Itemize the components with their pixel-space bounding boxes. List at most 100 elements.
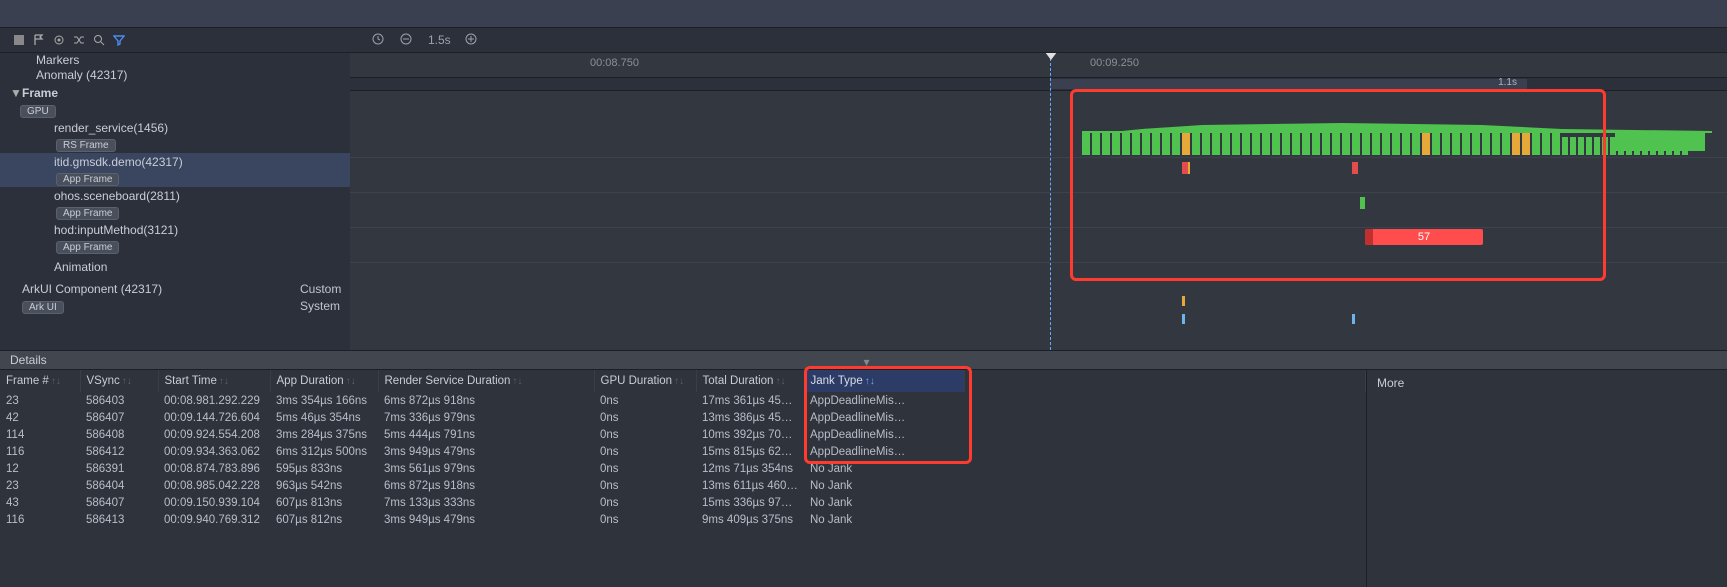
cell-rs: 6ms 872µs 918ns [378,477,594,494]
table-row[interactable]: 4358640700:09.150.939.104607µs 813ns7ms … [0,494,1366,511]
col-rs-dur[interactable]: Render Service Duration↑↓ [378,370,594,392]
cell-gpu: 0ns [594,511,696,528]
cell-total: 13ms 386µs 458ns [696,409,804,426]
search-icon[interactable] [92,33,106,47]
cell-total: 10ms 392µs 708ns [696,426,804,443]
cell-vsync: 586391 [80,460,158,477]
anomaly-row[interactable]: Anomaly (42317) [0,67,350,83]
zoom-in-icon[interactable] [465,33,479,47]
cell-rs: 3ms 561µs 979ns [378,460,594,477]
cell-start: 00:09.144.726.604 [158,409,270,426]
zoom-out-icon[interactable] [400,33,414,47]
arkui-tag: Ark UI System [0,299,350,315]
table-row[interactable]: 2358640300:08.981.292.2293ms 354µs 166ns… [0,392,1366,409]
cell-start: 00:08.981.292.229 [158,392,270,409]
sceneboard-track[interactable] [350,193,1727,228]
playhead-handle-icon[interactable] [1045,53,1057,60]
app-demo-row[interactable]: itid.gmsdk.demo(42317) [0,153,350,171]
sceneboard-row[interactable]: ohos.sceneboard(2811) [0,187,350,205]
filter-icon[interactable] [112,33,126,47]
cell-app: 5ms 46µs 354ns [270,409,378,426]
zoom-level: 1.5s [428,33,451,47]
cell-jank: No Jank [804,494,964,511]
cell-jank: AppDeadlineMis… [804,409,964,426]
overview-bar[interactable]: 1.1s [350,78,1727,91]
arkui-custom-track[interactable] [350,293,1727,311]
target-icon[interactable] [52,33,66,47]
col-frame[interactable]: Frame #↑↓ [0,370,80,392]
table-row[interactable]: 2358640400:08.985.042.228963µs 542ns6ms … [0,477,1366,494]
cell-rs: 5ms 444µs 791ns [378,426,594,443]
shuffle-icon[interactable] [72,33,86,47]
cell-total: 17ms 361µs 459ns [696,392,804,409]
cell-vsync: 586412 [80,443,158,460]
cell-app: 3ms 284µs 375ns [270,426,378,443]
timeline-tracks[interactable]: 00:08.750 00:09.250 1.1s [350,53,1727,350]
cell-jank: AppDeadlineMis… [804,443,964,460]
cell-frame: 116 [0,443,80,460]
cell-app: 3ms 354µs 166ns [270,392,378,409]
cell-total: 13ms 611µs 460ns [696,477,804,494]
cell-vsync: 586407 [80,494,158,511]
app-demo-track[interactable] [350,157,1727,193]
flag-icon[interactable] [32,33,46,47]
table-row[interactable]: 1258639100:08.874.783.896595µs 833ns3ms … [0,460,1366,477]
col-start[interactable]: Start Time↑↓ [158,370,270,392]
markers-row[interactable]: Markers [0,53,350,67]
cell-vsync: 586404 [80,477,158,494]
col-jank-type[interactable]: Jank Type↑↓ [804,370,964,392]
scope-range[interactable] [1050,79,1527,89]
more-panel[interactable]: More [1366,370,1727,587]
arkui-system-track[interactable] [350,311,1727,329]
cell-frame: 23 [0,392,80,409]
col-total-dur[interactable]: Total Duration↑↓ [696,370,804,392]
cell-gpu: 0ns [594,460,696,477]
input-method-track[interactable]: 57 [350,228,1727,263]
gpu-tag-row: GPU [0,103,350,119]
render-service-track[interactable] [350,121,1727,157]
cell-app: 963µs 542ns [270,477,378,494]
track-tree: Markers Anomaly (42317) ▼Frame GPU rende… [0,53,350,350]
table-row[interactable]: 11658641300:09.940.769.312607µs 812ns3ms… [0,511,1366,528]
cell-gpu: 0ns [594,392,696,409]
cell-gpu: 0ns [594,426,696,443]
input-method-row[interactable]: hod:inputMethod(3121) [0,221,350,239]
cell-start: 00:09.934.363.062 [158,443,270,460]
time-ruler[interactable]: 00:08.750 00:09.250 [350,53,1727,78]
col-vsync[interactable]: VSync↑↓ [80,370,158,392]
table-row[interactable]: 11458640800:09.924.554.2083ms 284µs 375n… [0,426,1366,443]
app-frame-tag-3: App Frame [0,239,350,255]
cell-gpu: 0ns [594,494,696,511]
cell-total: 12ms 71µs 354ns [696,460,804,477]
arkui-row[interactable]: ArkUI Component (42317) Custom [0,279,350,299]
cell-gpu: 0ns [594,443,696,460]
col-spacer [964,370,1366,392]
frame-57-bar[interactable]: 57 [1365,229,1483,245]
cell-start: 00:09.150.939.104 [158,494,270,511]
frame-row[interactable]: ▼Frame [0,83,350,103]
col-app-dur[interactable]: App Duration↑↓ [270,370,378,392]
details-table[interactable]: Frame #↑↓ VSync↑↓ Start Time↑↓ App Durat… [0,370,1366,587]
col-gpu-dur[interactable]: GPU Duration↑↓ [594,370,696,392]
record-icon[interactable] [12,33,26,47]
cell-app: 595µs 833ns [270,460,378,477]
scope-label: 1.1s [1498,77,1517,88]
render-service-row[interactable]: render_service(1456) [0,119,350,137]
app-frame-tag-1: App Frame [0,171,350,187]
cell-start: 00:09.924.554.208 [158,426,270,443]
cell-rs: 6ms 872µs 918ns [378,392,594,409]
table-row[interactable]: 4258640700:09.144.726.6045ms 46µs 354ns7… [0,409,1366,426]
cell-jank: AppDeadlineMis… [804,392,964,409]
cell-jank: No Jank [804,477,964,494]
caret-down-icon[interactable]: ▼ [10,86,20,100]
animation-row[interactable]: Animation [0,255,350,279]
cell-total: 15ms 336µs 979ns [696,494,804,511]
cell-vsync: 586413 [80,511,158,528]
cell-frame: 12 [0,460,80,477]
clock-icon[interactable] [372,33,386,47]
collapse-handle-icon[interactable]: ▾ [864,353,870,371]
cell-app: 607µs 812ns [270,511,378,528]
cell-total: 15ms 815µs 625ns [696,443,804,460]
cell-start: 00:09.940.769.312 [158,511,270,528]
table-row[interactable]: 11658641200:09.934.363.0626ms 312µs 500n… [0,443,1366,460]
